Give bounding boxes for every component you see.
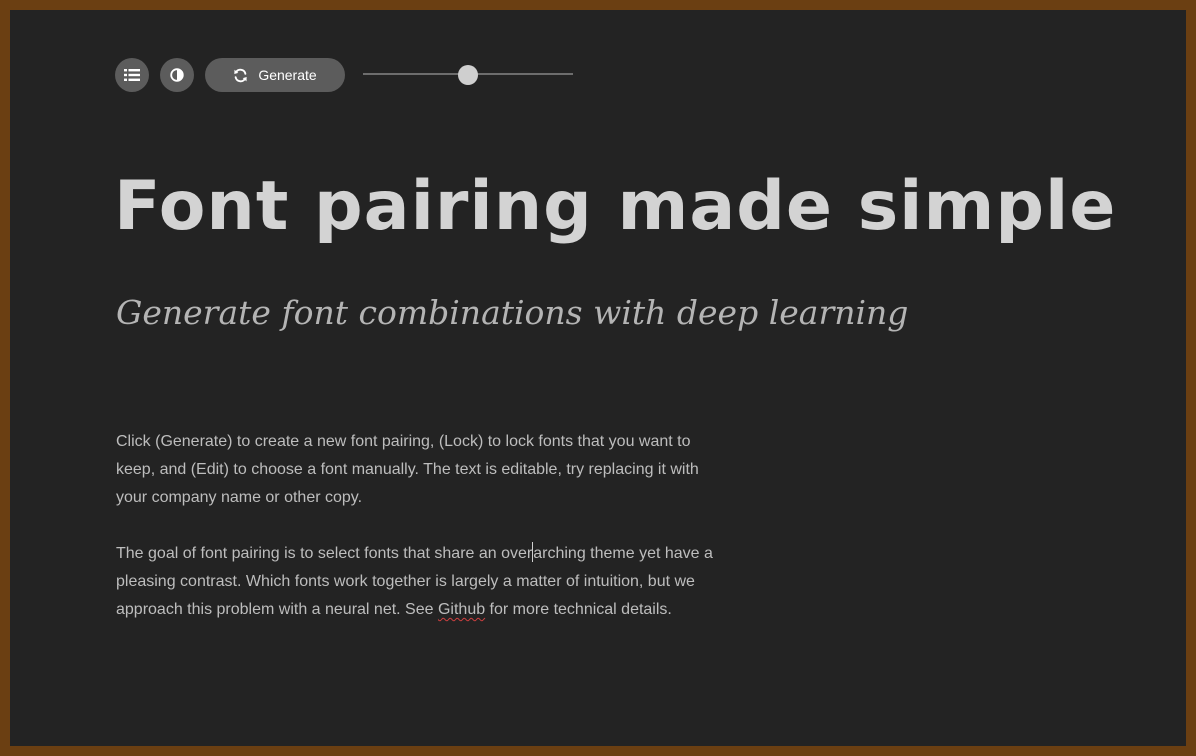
paragraph-text-before-caret: The goal of font pairing is to select fo… bbox=[116, 545, 533, 562]
details-paragraph[interactable]: The goal of font pairing is to select fo… bbox=[116, 540, 726, 624]
github-word: Github bbox=[437, 601, 486, 618]
body-text[interactable]: Click (Generate) to create a new font pa… bbox=[116, 428, 726, 652]
intro-paragraph[interactable]: Click (Generate) to create a new font pa… bbox=[116, 428, 726, 512]
page-title[interactable]: Font pairing made simple bbox=[114, 162, 1116, 252]
toolbar: Generate bbox=[115, 58, 573, 92]
contrast-icon bbox=[170, 68, 184, 82]
page-subtitle[interactable]: Generate font combinations with deep lea… bbox=[116, 288, 908, 338]
paragraph-text-end: for more technical details. bbox=[485, 601, 672, 618]
generate-label: Generate bbox=[258, 67, 317, 83]
generate-button[interactable]: Generate bbox=[205, 58, 345, 92]
size-slider[interactable] bbox=[363, 58, 573, 92]
app-canvas: Generate Font pairing made simple Genera… bbox=[10, 10, 1186, 746]
theme-toggle-button[interactable] bbox=[160, 58, 194, 92]
slider-thumb[interactable] bbox=[458, 65, 478, 85]
list-icon bbox=[124, 69, 140, 81]
refresh-icon bbox=[234, 68, 247, 82]
list-button[interactable] bbox=[115, 58, 149, 92]
